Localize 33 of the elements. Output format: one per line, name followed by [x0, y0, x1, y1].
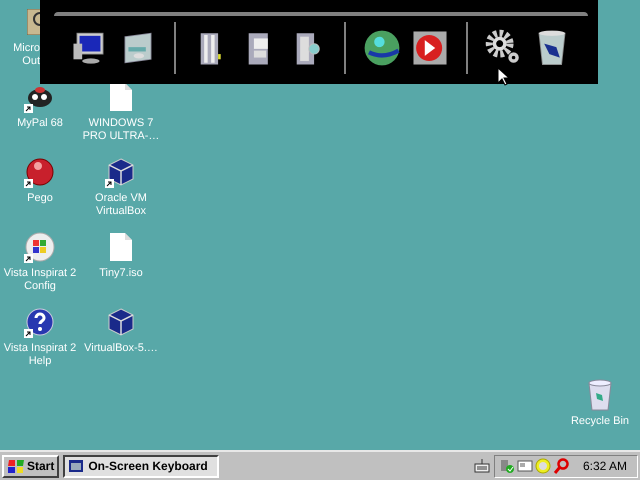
- window-icon[interactable]: [516, 458, 533, 474]
- app-icon: [27, 9, 40, 35]
- shortcut-arrow-icon: [24, 329, 33, 338]
- keyboard-window-icon: [68, 459, 84, 473]
- keyboard-icon[interactable]: [474, 458, 490, 474]
- icon-label[interactable]: Recycle Bin: [570, 415, 630, 428]
- icon-label[interactable]: MyPal 68: [17, 117, 63, 130]
- start-button[interactable]: Start: [2, 454, 60, 478]
- shortcut-arrow-icon: [24, 104, 33, 113]
- shortcut-arrow-icon: [105, 179, 114, 188]
- recycle-bin-icon: [587, 379, 613, 411]
- magnifier-icon[interactable]: [552, 458, 569, 474]
- taskbar-button[interactable]: On-Screen Keyboard: [63, 454, 220, 478]
- icon-label[interactable]: VirtualBox-5.…: [84, 342, 158, 355]
- cube-icon: [106, 307, 136, 337]
- icon-label[interactable]: Micro Out: [13, 42, 40, 68]
- shortcut-arrow-icon: [24, 179, 33, 188]
- clock[interactable]: 6:32 AM: [582, 457, 627, 475]
- ball-icon: [25, 157, 55, 187]
- icon-label[interactable]: Pego: [27, 192, 53, 205]
- help-icon: [25, 307, 55, 337]
- icon-label[interactable]: Vista Inspirat 2 Config: [4, 267, 76, 293]
- shortcut-arrow-icon: [24, 254, 33, 263]
- icon-label[interactable]: Vista Inspirat 2 Help: [4, 342, 76, 368]
- document-icon: [109, 82, 133, 112]
- cube-icon: [106, 157, 136, 187]
- document-icon: [109, 232, 133, 262]
- icon-label[interactable]: Oracle VM VirtualBox: [95, 192, 147, 218]
- windows-logo-icon: [25, 232, 55, 262]
- icon-label[interactable]: WINDOWS 7 PRO ULTRA-…: [82, 117, 160, 143]
- icon-label[interactable]: Tiny7.iso: [99, 267, 143, 280]
- globe-icon[interactable]: [362, 28, 402, 68]
- windows-logo-icon: [7, 458, 25, 474]
